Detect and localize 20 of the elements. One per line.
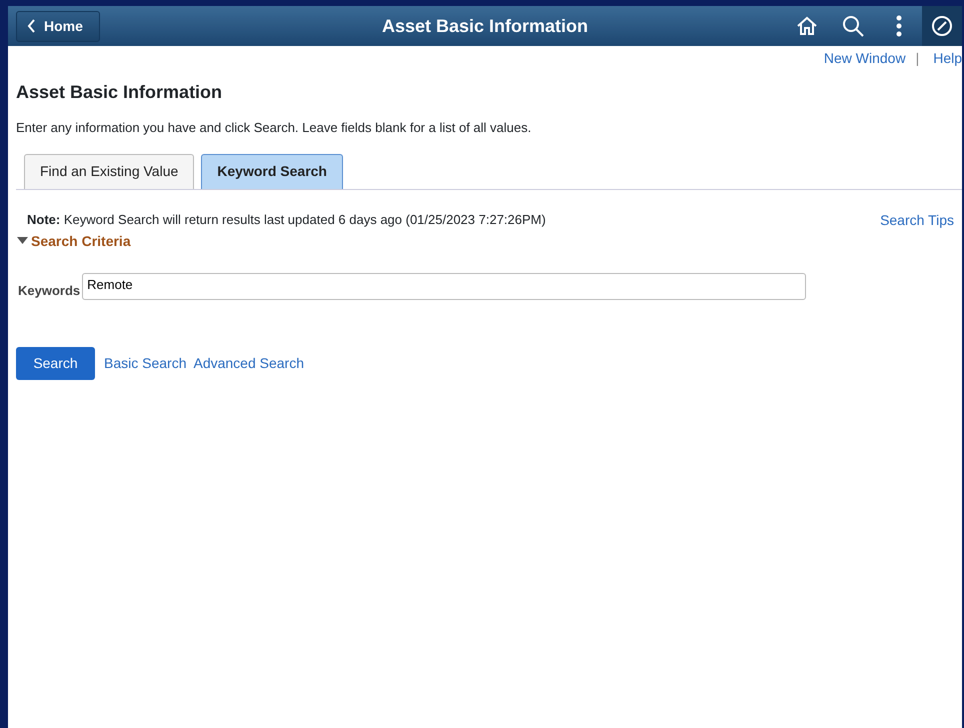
search-tips-link[interactable]: Search Tips (880, 210, 954, 230)
link-separator: | (916, 49, 920, 68)
keywords-label: Keywords (18, 282, 80, 300)
search-criteria-toggle[interactable]: Search Criteria (17, 230, 131, 252)
back-chevron-icon (27, 19, 36, 33)
search-mode-link[interactable]: Basic Search (104, 353, 186, 374)
tab[interactable]: Keyword Search (201, 154, 343, 188)
header-link[interactable]: New Window (824, 48, 906, 69)
header-title: Asset Basic Information (382, 16, 588, 36)
note-text: Note: Keyword Search will return results last updated 6 days ago (01/25/2023 7:27:26PM) (27, 210, 546, 229)
page-title: Asset Basic Information (16, 81, 224, 104)
header-link[interactable]: Help (933, 48, 962, 69)
search-mode-link[interactable]: Advanced Search (193, 353, 304, 374)
tab[interactable]: Find an Existing Value (24, 154, 194, 188)
instructions-text: Enter any information you have and click Search. Leave fields blank for a list of all values. (16, 119, 532, 137)
keywords-field[interactable]: Remote (82, 272, 806, 300)
compass-icon[interactable] (922, 6, 962, 46)
home-button[interactable]: Home (16, 10, 100, 42)
caret-icon (17, 237, 28, 245)
search-button[interactable]: Search (16, 347, 95, 380)
